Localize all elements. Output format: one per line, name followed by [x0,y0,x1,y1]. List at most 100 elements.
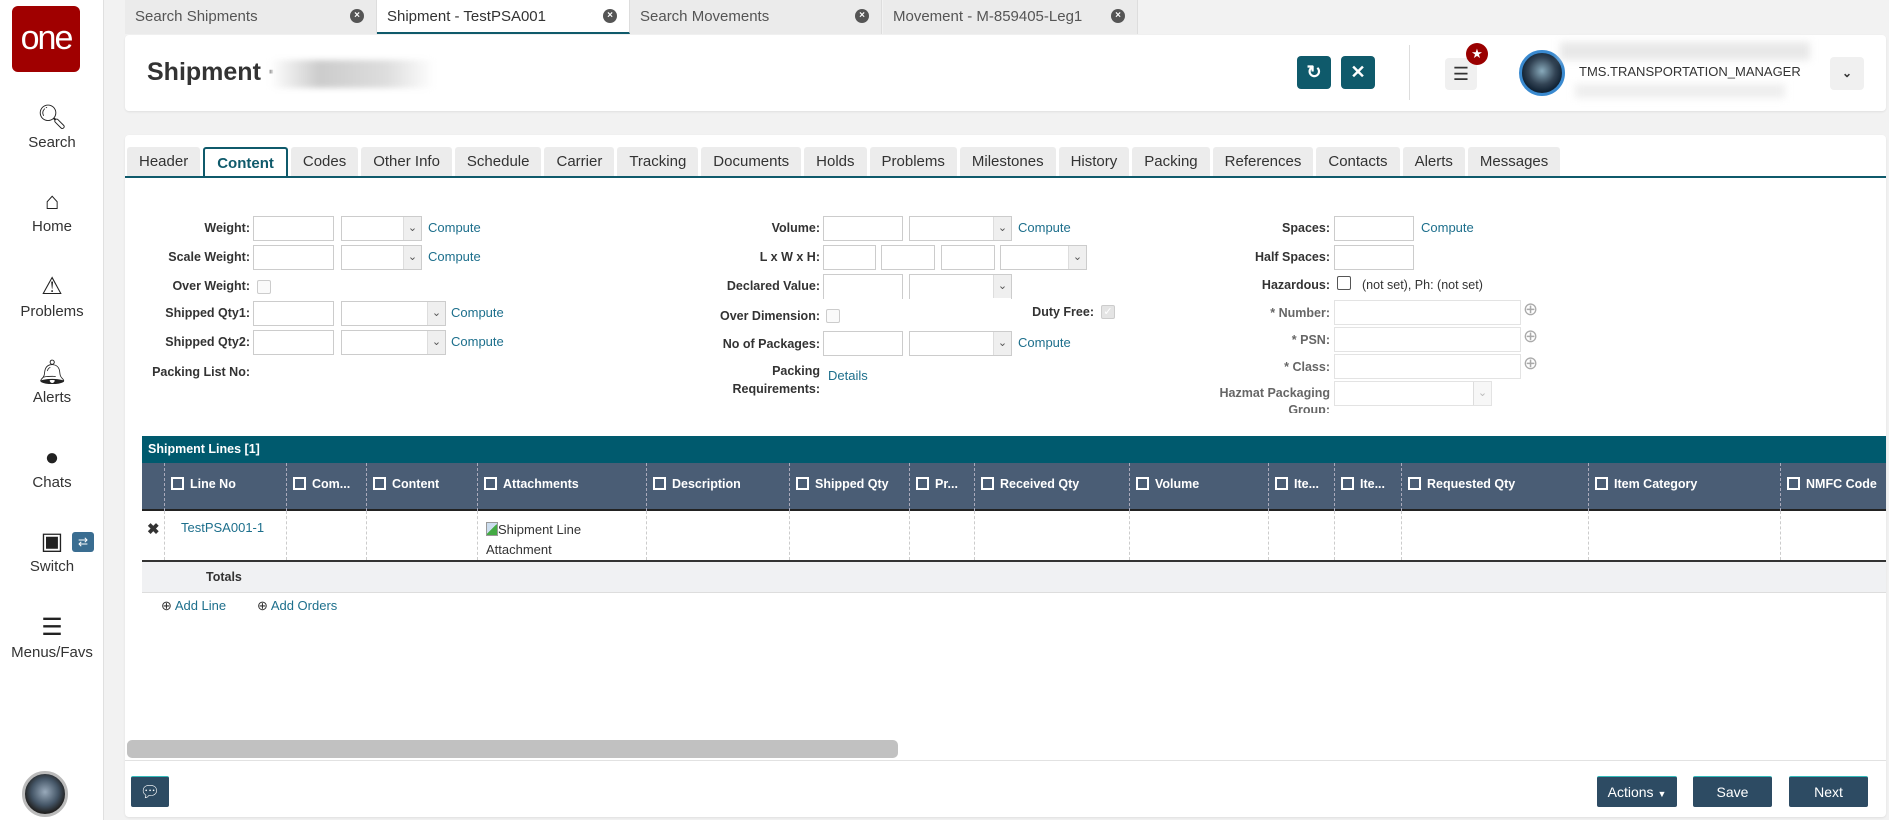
tab-packing[interactable]: Packing [1132,147,1210,177]
sidebar-avatar[interactable] [22,771,68,817]
tab-carrier[interactable]: Carrier [544,147,615,177]
sidebar-item-menus-favs[interactable]: ☰ Menus/Favs [0,614,104,661]
spaces-input[interactable] [1334,216,1414,241]
column-header[interactable]: Shipped Qty [789,463,909,511]
column-header[interactable]: Description [646,463,789,511]
over-weight-checkbox[interactable] [257,280,271,294]
sidebar-item-problems[interactable]: ⚠︎ Problems [0,273,104,320]
volume-input[interactable] [823,216,903,241]
horizontal-scrollbar[interactable] [127,740,898,758]
hazardous-checkbox[interactable] [1337,276,1351,290]
sidebar-item-chats[interactable]: ● Chats [0,444,104,491]
class-input[interactable] [1334,354,1521,379]
psn-input[interactable] [1334,327,1521,352]
actions-button[interactable]: Actions ▼ [1597,776,1677,807]
logo[interactable]: one [12,6,80,72]
shipped-qty2-compute-link[interactable]: Compute [451,334,504,349]
dimension-uom-select[interactable]: ⌄ [1000,245,1087,270]
packing-details-link[interactable]: Details [828,368,868,383]
column-header[interactable]: NMFC Code [1780,463,1886,511]
next-button[interactable]: Next [1789,776,1868,807]
tab-search-shipments[interactable]: Search Shipments × [125,0,377,34]
tab-header[interactable]: Header [127,147,201,177]
close-tab-icon[interactable]: × [1111,9,1125,23]
weight-compute-link[interactable]: Compute [428,220,481,235]
close-tab-icon[interactable]: × [350,9,364,23]
zoom-in-search-icon[interactable]: ⊕ [1523,353,1538,374]
packages-compute-link[interactable]: Compute [1018,335,1071,350]
tab-content[interactable]: Content [203,147,288,178]
width-input[interactable] [881,245,935,270]
tab-problems[interactable]: Problems [869,147,957,177]
spaces-compute-link[interactable]: Compute [1421,220,1474,235]
scale-weight-compute-link[interactable]: Compute [428,249,481,264]
chat-button[interactable]: 💬︎ [131,776,169,807]
scale-weight-input[interactable] [253,245,334,270]
duty-free-checkbox[interactable]: ✓ [1101,305,1115,319]
declared-value-input[interactable] [823,274,903,299]
column-header[interactable]: Requested Qty [1401,463,1588,511]
delete-row-icon[interactable]: ✖ [142,511,165,560]
length-input[interactable] [823,245,876,270]
currency-select[interactable]: ⌄ [909,274,1012,299]
user-dropdown-button[interactable]: ⌄ [1830,57,1864,90]
column-header[interactable]: Content [366,463,477,511]
package-type-select[interactable]: ⌄ [909,331,1012,356]
hazmat-number-input[interactable] [1334,300,1521,325]
volume-compute-link[interactable]: Compute [1018,220,1071,235]
zoom-in-search-icon[interactable]: ⊕ [1523,299,1538,320]
attachment-text[interactable]: Shipment Line Attachment [486,522,581,557]
column-header[interactable]: Pr... [909,463,974,511]
tab-schedule[interactable]: Schedule [454,147,542,177]
zoom-in-search-icon[interactable]: ⊕ [1523,326,1538,347]
tab-other-info[interactable]: Other Info [361,147,452,177]
height-input[interactable] [941,245,995,270]
close-button[interactable]: ✕ [1341,56,1375,89]
add-line-button[interactable]: ⊕ Add Line [161,598,226,614]
over-dimension-checkbox[interactable] [826,309,840,323]
tab-messages[interactable]: Messages [1467,147,1561,177]
tab-holds[interactable]: Holds [804,147,867,177]
shipped-qty1-input[interactable] [253,301,334,326]
tab-alerts[interactable]: Alerts [1402,147,1465,177]
shipped-qty1-uom-select[interactable]: ⌄ [341,301,446,326]
hazmat-packaging-group-select[interactable]: ⌄ [1334,381,1492,406]
weight-uom-select[interactable]: ⌄ [341,216,422,241]
refresh-button[interactable]: ↻ [1297,56,1331,89]
save-button[interactable]: Save [1693,776,1772,807]
column-header[interactable]: Com... [286,463,366,511]
tab-documents[interactable]: Documents [701,147,802,177]
sidebar-item-search[interactable]: 🔍︎ Search [0,104,104,151]
line-no-link[interactable]: TestPSA001-1 [164,511,286,560]
column-header[interactable]: Ite... [1334,463,1401,511]
sidebar-item-alerts[interactable]: 🔔︎ Alerts [0,359,104,406]
scale-weight-uom-select[interactable]: ⌄ [341,245,422,270]
shipped-qty2-input[interactable] [253,330,334,355]
shipped-qty1-compute-link[interactable]: Compute [451,305,504,320]
tab-references[interactable]: References [1212,147,1314,177]
tab-movement[interactable]: Movement - M-859405-Leg1 × [883,0,1138,34]
column-header[interactable]: Volume [1129,463,1268,511]
sidebar-item-home[interactable]: ⌂ Home [0,188,104,235]
shipped-qty2-uom-select[interactable]: ⌄ [341,330,446,355]
avatar[interactable] [1519,50,1565,96]
close-tab-icon[interactable]: × [855,9,869,23]
tab-milestones[interactable]: Milestones [959,147,1056,177]
half-spaces-input[interactable] [1334,245,1414,270]
column-header[interactable]: Received Qty [974,463,1129,511]
tab-shipment[interactable]: Shipment - TestPSA001 × [377,0,630,34]
tab-history[interactable]: History [1058,147,1130,177]
no-of-packages-input[interactable] [823,331,903,356]
close-tab-icon[interactable]: × [603,9,617,23]
volume-uom-select[interactable]: ⌄ [909,216,1012,241]
tab-contacts[interactable]: Contacts [1316,147,1400,177]
column-header[interactable]: Item Category [1588,463,1780,511]
tab-tracking[interactable]: Tracking [617,147,699,177]
weight-input[interactable] [253,216,334,241]
column-header[interactable]: Line No [164,463,286,511]
tab-search-movements[interactable]: Search Movements × [630,0,882,34]
tab-codes[interactable]: Codes [290,147,359,177]
column-header[interactable]: Attachments [477,463,646,511]
add-orders-button[interactable]: ⊕ Add Orders [257,598,337,614]
column-header[interactable]: Ite... [1268,463,1334,511]
